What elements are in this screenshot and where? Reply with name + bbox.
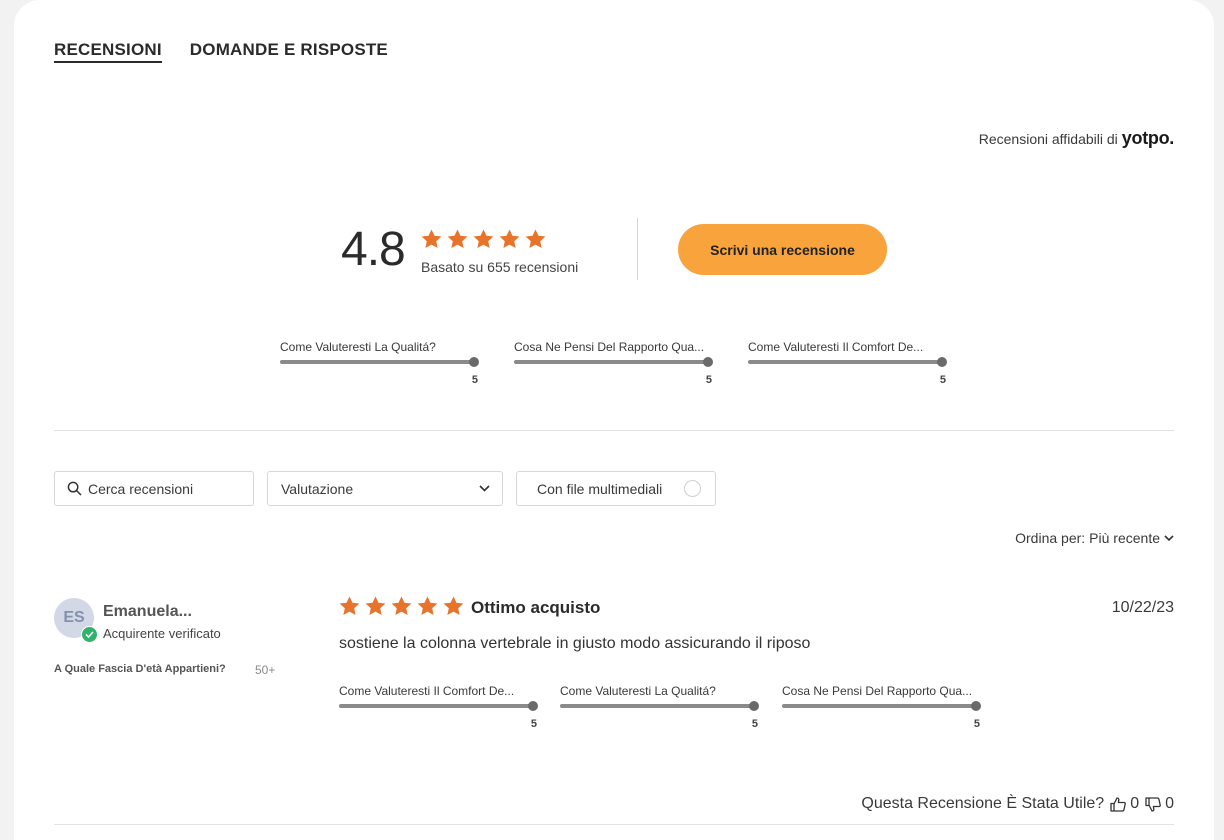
star-icon	[499, 229, 520, 249]
slider-value: 5	[751, 718, 758, 730]
star-icon	[417, 596, 438, 616]
slider-label: Come Valuteresti La Qualitá?	[560, 684, 716, 698]
write-review-button[interactable]: Scrivi una recensione	[678, 224, 887, 275]
average-rating: 4.8	[341, 223, 406, 276]
age-question: A Quale Fascia D'età Appartieni?	[54, 663, 226, 675]
star-icon	[391, 596, 412, 616]
thumbs-down-icon	[1145, 796, 1161, 812]
helpful-section: Questa Recensione È Stata Utile? 0 0	[861, 795, 1174, 813]
yotpo-logo[interactable]: yotpo.	[1122, 128, 1175, 149]
helpful-question: Questa Recensione È Stata Utile?	[861, 795, 1105, 812]
review-stars	[338, 595, 465, 618]
thumbs-up-icon	[1110, 796, 1127, 812]
thumbs-down-button[interactable]: 0	[1145, 795, 1174, 813]
slider-value: 5	[939, 374, 946, 386]
verified-buyer-badge: Acquirente verificato	[103, 626, 221, 641]
media-radio[interactable]	[684, 480, 701, 497]
review-body: sostiene la colonna vertebrale in giusto…	[339, 635, 811, 652]
media-filter-toggle[interactable]: Con file multimediali	[516, 471, 716, 506]
review-slider: Cosa Ne Pensi Del Rapporto Qua... 5	[782, 684, 981, 730]
summary-stars	[420, 228, 547, 251]
rating-filter-label: Valutazione	[281, 480, 354, 497]
review-slider: Come Valuteresti La Qualitá? 5	[560, 684, 759, 730]
search-icon	[67, 481, 82, 496]
slider-knob	[937, 357, 947, 367]
star-icon	[473, 229, 494, 249]
chevron-down-icon	[1164, 534, 1174, 541]
slider-track	[339, 701, 538, 711]
section-divider	[54, 430, 1174, 431]
trusted-by: Recensioni affidabili di yotpo.	[978, 128, 1175, 149]
star-icon	[421, 229, 442, 249]
thumbs-up-button[interactable]: 0	[1110, 795, 1139, 813]
star-icon	[339, 596, 360, 616]
review-title: Ottimo acquisto	[471, 598, 601, 617]
star-icon	[365, 596, 386, 616]
tab-bar: RECENSIONI DOMANDE E RISPOSTE	[54, 40, 388, 63]
tab-reviews[interactable]: RECENSIONI	[54, 40, 162, 63]
star-icon	[525, 229, 546, 249]
summary-slider: Come Valuteresti Il Comfort De... 5	[748, 340, 947, 386]
rating-filter-select[interactable]: Valutazione	[267, 471, 503, 506]
verified-check-icon	[81, 626, 98, 643]
slider-track	[280, 357, 479, 367]
search-placeholder: Cerca recensioni	[88, 480, 194, 497]
slider-track	[560, 701, 759, 711]
summary-slider: Come Valuteresti La Qualitá? 5	[280, 340, 479, 386]
slider-track	[514, 357, 713, 367]
slider-label: Cosa Ne Pensi Del Rapporto Qua...	[514, 340, 705, 354]
star-icon	[443, 596, 464, 616]
slider-track	[748, 357, 947, 367]
sort-dropdown[interactable]: Ordina per: Più recente	[1015, 530, 1174, 546]
slider-track	[782, 701, 981, 711]
search-input[interactable]: Cerca recensioni	[54, 471, 254, 506]
star-icon	[447, 229, 468, 249]
slider-value: 5	[973, 718, 980, 730]
review-divider	[54, 824, 1174, 825]
thumbs-down-count: 0	[1165, 795, 1174, 812]
slider-knob	[469, 357, 479, 367]
age-answer: 50+	[255, 663, 276, 677]
chevron-down-icon	[479, 485, 490, 492]
reviews-widget: RECENSIONI DOMANDE E RISPOSTE Recensioni…	[14, 0, 1214, 840]
slider-label: Come Valuteresti La Qualitá?	[280, 340, 436, 354]
review-count: Basato su 655 recensioni	[421, 259, 579, 275]
review-date: 10/22/23	[1111, 599, 1174, 616]
slider-knob	[703, 357, 713, 367]
slider-knob	[749, 701, 759, 711]
trusted-text: Recensioni affidabili di	[978, 131, 1118, 147]
slider-knob	[971, 701, 981, 711]
slider-label: Come Valuteresti Il Comfort De...	[339, 684, 515, 698]
thumbs-up-count: 0	[1130, 795, 1140, 812]
slider-value: 5	[530, 718, 537, 730]
slider-label: Cosa Ne Pensi Del Rapporto Qua...	[782, 684, 973, 698]
sort-label: Ordina per:	[1015, 530, 1086, 546]
review-slider: Come Valuteresti Il Comfort De... 5	[339, 684, 538, 730]
tab-questions-answers[interactable]: DOMANDE E RISPOSTE	[190, 40, 388, 63]
summary-slider: Cosa Ne Pensi Del Rapporto Qua... 5	[514, 340, 713, 386]
review-author: Emanuela...	[103, 603, 192, 620]
media-filter-label: Con file multimediali	[537, 480, 663, 497]
vertical-divider	[637, 218, 638, 280]
sort-value: Più recente	[1089, 530, 1160, 546]
slider-value: 5	[705, 374, 712, 386]
slider-value: 5	[471, 374, 478, 386]
slider-label: Come Valuteresti Il Comfort De...	[748, 340, 924, 354]
slider-knob	[528, 701, 538, 711]
